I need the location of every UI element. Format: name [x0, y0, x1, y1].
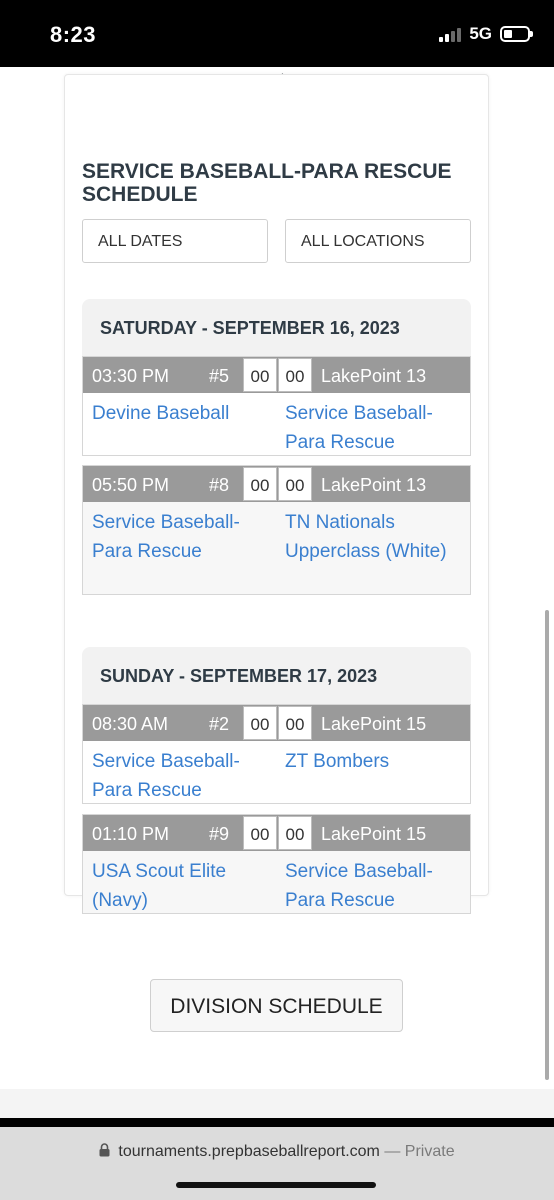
game-row: 05:50 PM #8 00 00 LakePoint 13 Service B…: [82, 465, 471, 595]
signal-icon: [439, 26, 462, 42]
score-team2: 00: [278, 467, 312, 501]
day-label: SATURDAY - SEPTEMBER 16, 2023: [100, 318, 400, 338]
team1-link[interactable]: Service Baseball-Para Rescue: [92, 748, 262, 805]
game-info-bar: 03:30 PM #5 00 00 LakePoint 13: [83, 357, 470, 393]
team1-link[interactable]: Service Baseball-Para Rescue: [92, 509, 262, 566]
game-row: 03:30 PM #5 00 00 LakePoint 13 Devine Ba…: [82, 356, 471, 456]
game-row: 08:30 AM #2 00 00 LakePoint 15 Service B…: [82, 704, 471, 804]
score-team2: 00: [278, 816, 312, 850]
game-row: 01:10 PM #9 00 00 LakePoint 15 USA Scout…: [82, 814, 471, 914]
score-team1: 00: [243, 816, 277, 850]
team2-link[interactable]: Service Baseball-Para Rescue: [285, 858, 455, 915]
game-info-bar: 01:10 PM #9 00 00 LakePoint 15: [83, 815, 470, 851]
game-location: LakePoint 13: [321, 366, 427, 386]
schedule-title: SERVICE BASEBALL-PARA RESCUE SCHEDULE: [82, 160, 452, 206]
score-team1: 00: [243, 706, 277, 740]
battery-icon: [500, 26, 533, 42]
score-team2: 00: [278, 706, 312, 740]
game-time: 05:50 PM: [92, 475, 170, 495]
status-indicators: 5G: [439, 24, 533, 44]
game-time: 03:30 PM: [92, 366, 170, 386]
team2-link[interactable]: ZT Bombers: [285, 748, 455, 777]
day-label: SUNDAY - SEPTEMBER 17, 2023: [100, 666, 378, 686]
network-label: 5G: [469, 24, 492, 43]
score-team2: 00: [278, 358, 312, 392]
address-bar[interactable]: tournaments.prepbaseballreport.com — Pri…: [0, 1143, 554, 1161]
lock-icon: [99, 1143, 110, 1157]
game-location: LakePoint 15: [321, 824, 427, 844]
game-number: #8: [209, 475, 230, 495]
score-team1: 00: [243, 358, 277, 392]
dates-filter-select[interactable]: ALL DATES: [82, 219, 268, 263]
url-text: tournaments.prepbaseballreport.com: [118, 1143, 380, 1160]
team2-link[interactable]: TN Nationals Upperclass (White): [285, 509, 455, 566]
game-location: LakePoint 13: [321, 475, 427, 495]
home-indicator[interactable]: [176, 1182, 376, 1188]
day-header-sunday: SUNDAY - SEPTEMBER 17, 2023: [82, 647, 471, 704]
team1-link[interactable]: USA Scout Elite (Navy): [92, 858, 262, 915]
score-team1: 00: [243, 467, 277, 501]
status-bar: 8:23 5G: [0, 0, 554, 67]
game-info-bar: 08:30 AM #2 00 00 LakePoint 15: [83, 705, 470, 741]
locations-filter-select[interactable]: ALL LOCATIONS: [285, 219, 471, 263]
game-number: #2: [209, 714, 230, 734]
game-number: #5: [209, 366, 230, 386]
team1-link[interactable]: Devine Baseball: [92, 400, 262, 429]
scrollbar[interactable]: [545, 610, 549, 1080]
team2-link[interactable]: Service Baseball-Para Rescue: [285, 400, 455, 457]
game-info-bar: 05:50 PM #8 00 00 LakePoint 13: [83, 466, 470, 502]
game-location: LakePoint 15: [321, 714, 427, 734]
day-header-saturday: SATURDAY - SEPTEMBER 16, 2023: [82, 299, 471, 356]
game-number: #9: [209, 824, 230, 844]
private-label: — Private: [384, 1143, 455, 1160]
division-schedule-button[interactable]: DIVISION SCHEDULE: [150, 979, 403, 1032]
game-time: 08:30 AM: [92, 714, 169, 734]
status-time: 8:23: [50, 22, 97, 47]
game-time: 01:10 PM: [92, 824, 170, 844]
